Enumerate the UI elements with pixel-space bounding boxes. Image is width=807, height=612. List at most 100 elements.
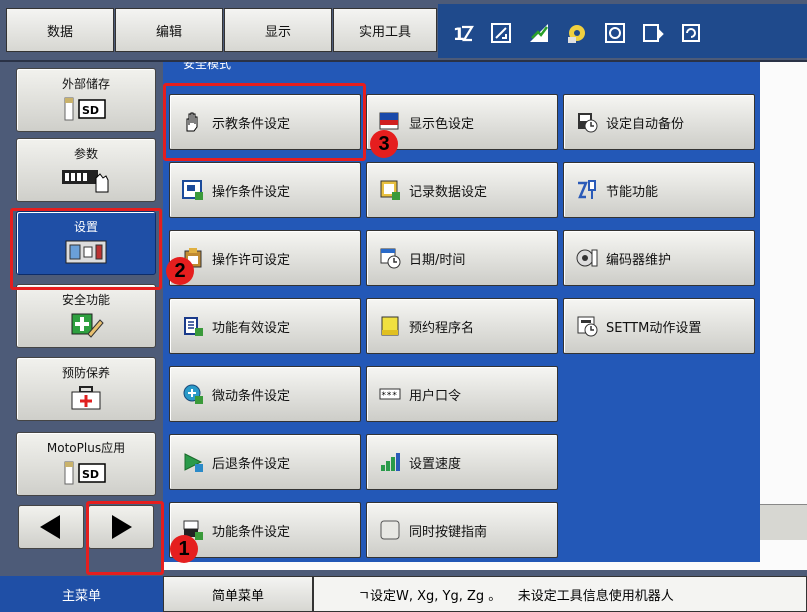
energy-saving-icon [578,180,596,199]
annotation-box-next [86,501,164,575]
jog-condition-setting-button[interactable]: 微动条件设定 [169,366,361,422]
status-message-text: ㄱ设定W, Xg, Yg, Zg 。 未设定工具信息使用机器人 [358,588,674,604]
user-password-button[interactable]: *** 用户口令 [366,366,558,422]
side-item-parameter[interactable]: 参数 [16,138,156,202]
auto-backup-setting-button[interactable]: 设定自动备份 [563,94,755,150]
jog-condition-setting-label: 微动条件设定 [212,388,291,404]
tab-utility-label: 实用工具 [358,24,411,40]
tab-utility[interactable]: 实用工具 [333,8,437,52]
simple-menu-label: 简单菜单 [211,588,264,604]
tab-display-label: 显示 [264,24,291,40]
tool-gear-icon[interactable] [566,22,588,44]
sd-card-icon: SD [64,461,106,485]
side-item-external-storage[interactable]: 外部储存 SD [16,68,156,132]
encoder-icon [576,249,598,267]
svg-text:SD: SD [82,468,99,481]
tab-edit[interactable]: 编辑 [115,8,223,52]
operation-permission-setting-button[interactable]: 操作许可设定 [169,230,361,286]
retreat-condition-setting-label: 后退条件设定 [212,456,291,472]
step-badge-3: 3 [370,130,398,158]
main-menu-label: 主菜单 [61,588,101,604]
password-icon: *** [379,388,401,401]
toolbar-icons: 1 [438,4,807,58]
auto-backup-setting-label: 设定自动备份 [606,116,685,132]
simultaneous-key-guide-button[interactable]: 同时按键指南 [366,502,558,558]
side-item-motoplus[interactable]: MotoPlus应用 SD [16,432,156,496]
tab-data-label: 数据 [46,24,73,40]
date-time-button[interactable]: 日期/时间 [366,230,558,286]
side-item-label: 安全功能 [61,293,110,307]
operation-permission-setting-label: 操作许可设定 [212,252,291,268]
reserved-job-name-button[interactable]: 预约程序名 [366,298,558,354]
jog-icon [183,384,203,404]
date-time-label: 日期/时间 [409,252,466,268]
safety-function-icon [71,313,104,338]
settm-motion-setting-label: SETTM动作设置 [606,320,702,336]
side-item-label: 参数 [73,147,98,161]
auto-backup-icon [578,113,598,133]
side-item-maintenance[interactable]: 预防保养 [16,357,156,421]
side-item-label: MotoPlus应用 [46,441,126,455]
energy-saving-button[interactable]: 节能功能 [563,162,755,218]
retreat-arrow-icon [184,453,203,472]
function-condition-setting-label: 功能条件设定 [212,524,291,540]
tool-grid-icon[interactable] [604,22,626,44]
operation-condition-setting-label: 操作条件设定 [212,184,291,200]
status-message: ㄱ设定W, Xg, Yg, Zg 。 未设定工具信息使用机器人 [313,576,807,612]
display-color-setting-label: 显示色设定 [409,116,475,132]
step-badge-2: 2 [166,257,194,285]
tab-edit-label: 编辑 [155,24,182,40]
section-title-text: 安全模式 [183,62,232,71]
annotation-box-settings [10,208,162,290]
energy-saving-label: 节能功能 [606,184,659,200]
main-menu-button[interactable]: 主菜单 [0,576,163,612]
tool-chart-icon[interactable] [528,22,550,44]
side-item-safety-function[interactable]: 安全功能 [16,284,156,348]
side-menu: 外部储存 SD 参数 设置 安全功能 预防保养 MotoPlus应用 SD [0,62,163,570]
tool-coord-icon[interactable]: 1 [452,22,474,44]
speed-bars-icon [381,453,400,471]
record-data-setting-label: 记录数据设定 [409,184,488,200]
function-enable-icon [184,317,203,336]
function-enable-setting-label: 功能有效设定 [212,320,291,336]
function-enable-setting-button[interactable]: 功能有效设定 [169,298,361,354]
settm-icon [577,316,598,337]
sd-card-icon: SD [64,97,106,121]
maintenance-kit-icon [71,386,101,410]
tool-export-icon[interactable] [642,22,664,44]
simple-menu-button[interactable]: 简单菜单 [163,576,313,612]
blank-key-icon [380,520,400,540]
page-prev-button[interactable] [18,505,84,549]
record-data-setting-button[interactable]: 记录数据设定 [366,162,558,218]
encoder-maintenance-button[interactable]: 编码器维护 [563,230,755,286]
set-speed-label: 设置速度 [409,456,462,472]
set-speed-button[interactable]: 设置速度 [366,434,558,490]
bottom-bar: 主菜单 简单菜单 ㄱ设定W, Xg, Yg, Zg 。 未设定工具信息使用机器人 [0,570,807,612]
operation-condition-setting-button[interactable]: 操作条件设定 [169,162,361,218]
simultaneous-key-guide-label: 同时按键指南 [409,524,488,540]
record-data-icon [380,180,400,200]
side-item-label: 预防保养 [61,366,110,380]
encoder-maintenance-label: 编码器维护 [606,252,672,268]
arrow-left-icon [40,515,60,539]
tool-edit-icon[interactable] [490,22,512,44]
user-password-label: 用户口令 [409,388,462,404]
reserved-job-name-label: 预约程序名 [409,320,475,336]
tool-cycle-icon[interactable] [680,22,702,44]
settm-motion-setting-button[interactable]: SETTM动作设置 [563,298,755,354]
reserved-job-icon [381,316,399,336]
top-menu-bar: 数据 编辑 显示 实用工具 1 [0,0,807,62]
section-title: 安全模式 [163,62,760,84]
retreat-condition-setting-button[interactable]: 后退条件设定 [169,434,361,490]
tab-data[interactable]: 数据 [6,8,114,52]
calendar-clock-icon [380,248,401,269]
right-pane-button[interactable] [760,504,807,540]
operation-panel-icon [182,180,203,200]
side-item-label: 外部储存 [61,77,110,91]
annotation-box-teach [163,83,366,161]
tab-display[interactable]: 显示 [224,8,332,52]
parameter-icon [62,170,109,193]
step-badge-1: 1 [170,535,198,563]
svg-text:***: *** [381,391,397,401]
right-blank-pane [760,84,807,504]
